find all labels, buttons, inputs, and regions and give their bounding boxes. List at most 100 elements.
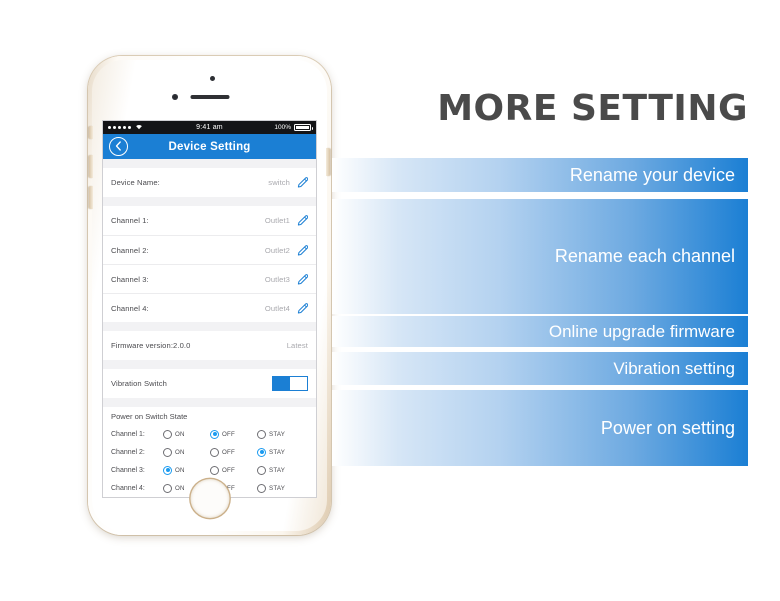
callout-label: Vibration setting — [613, 358, 735, 378]
channel-1-value: Outlet1 — [264, 216, 290, 225]
pencil-icon[interactable] — [297, 215, 308, 226]
phone-mockup: 9:41 am 100% Device Setting Device Name:… — [88, 56, 331, 535]
power-on-channel-3-row: Channel 3: ON OFF STAY — [103, 461, 316, 479]
status-bar-time: 9:41 am — [196, 124, 223, 131]
radio-icon — [257, 465, 266, 475]
callout-label: Online upgrade firmware — [548, 321, 735, 341]
callout-rename-channel: Rename each channel — [332, 199, 748, 314]
spacer — [103, 197, 316, 206]
channel-3-value: Outlet3 — [264, 274, 290, 284]
channel-1-label: Channel 1: — [111, 216, 149, 225]
callout-power-on-setting: Power on setting — [332, 390, 748, 466]
option-label: OFF — [222, 466, 235, 474]
radio-icon — [163, 483, 172, 493]
settings-content: Device Name: switch Channel 1: Outlet1 C… — [103, 159, 316, 497]
callout-label: Rename each channel — [554, 246, 735, 266]
pencil-icon[interactable] — [297, 302, 308, 314]
power-on-channel-2-label: Channel 2: — [111, 448, 145, 456]
option-label: STAY — [269, 448, 286, 456]
earpiece-speaker — [190, 95, 229, 99]
power-on-ch3-option-on[interactable]: ON — [163, 465, 210, 475]
option-label: STAY — [269, 484, 286, 492]
power-on-title: Power on Switch State — [103, 407, 316, 425]
channel-2-label: Channel 2: — [111, 245, 149, 255]
callout-label: Power on setting — [600, 417, 735, 438]
home-button[interactable] — [190, 479, 229, 518]
vibration-row[interactable]: Vibration Switch — [103, 369, 316, 398]
radio-icon — [257, 429, 266, 439]
power-on-ch2-option-on[interactable]: ON — [163, 447, 210, 457]
radio-icon-selected — [163, 465, 172, 475]
option-label: STAY — [269, 466, 286, 474]
device-name-card: Device Name: switch — [103, 168, 316, 197]
proximity-sensor — [210, 76, 215, 81]
volume-up-button[interactable] — [89, 155, 93, 178]
option-label: OFF — [222, 448, 235, 456]
page-title: Device Setting — [168, 140, 251, 153]
radio-icon-selected — [257, 447, 266, 457]
channel-2-value: Outlet2 — [264, 245, 290, 255]
firmware-card: Firmware version:2.0.0 Latest — [103, 331, 316, 360]
power-button[interactable] — [326, 148, 330, 176]
channel-1-name-row[interactable]: Channel 1: Outlet1 — [103, 206, 316, 235]
firmware-status: Latest — [286, 341, 308, 350]
chevron-left-icon — [115, 138, 122, 156]
power-on-channel-1-label: Channel 1: — [111, 430, 145, 438]
back-button[interactable] — [109, 137, 128, 156]
front-camera — [172, 94, 178, 100]
channel-3-name-row[interactable]: Channel 3: Outlet3 — [103, 264, 316, 293]
spacer — [103, 398, 316, 407]
option-label: ON — [175, 430, 185, 438]
silent-switch[interactable] — [89, 126, 93, 139]
pencil-icon[interactable] — [297, 273, 308, 285]
option-label: OFF — [222, 430, 235, 438]
device-name-value: switch — [268, 178, 290, 187]
power-on-ch1-option-on[interactable]: ON — [163, 429, 210, 439]
spacer — [103, 322, 316, 331]
radio-icon — [257, 483, 266, 493]
channel-4-value: Outlet4 — [264, 303, 290, 313]
page-heading: MORE SETTING — [437, 88, 748, 129]
battery-full-icon — [294, 124, 313, 131]
firmware-row[interactable]: Firmware version:2.0.0 Latest — [103, 331, 316, 360]
power-on-channel-4-label: Channel 4: — [111, 484, 145, 492]
channel-name-card: Channel 1: Outlet1 Channel 2: Outlet2 Ch… — [103, 206, 316, 322]
spacer — [103, 159, 316, 168]
callout-label: Rename your device — [569, 164, 735, 185]
device-name-label: Device Name: — [111, 178, 160, 187]
volume-down-button[interactable] — [89, 186, 93, 209]
phone-screen: 9:41 am 100% Device Setting Device Name:… — [102, 120, 317, 498]
vibration-label: Vibration Switch — [111, 379, 167, 388]
channel-4-label: Channel 4: — [111, 303, 149, 313]
power-on-ch2-option-stay[interactable]: STAY — [257, 447, 304, 457]
device-name-row[interactable]: Device Name: switch — [103, 168, 316, 197]
power-on-ch4-option-stay[interactable]: STAY — [257, 483, 304, 493]
option-label: ON — [175, 448, 185, 456]
callout-rename-device: Rename your device — [332, 158, 748, 192]
spacer — [103, 360, 316, 369]
power-on-ch3-option-off[interactable]: OFF — [210, 465, 257, 475]
power-on-ch3-option-stay[interactable]: STAY — [257, 465, 304, 475]
power-on-channel-3-label: Channel 3: — [111, 466, 145, 474]
vibration-card: Vibration Switch — [103, 369, 316, 398]
phone-body: 9:41 am 100% Device Setting Device Name:… — [89, 60, 330, 531]
radio-icon — [210, 447, 219, 457]
callout-online-upgrade: Online upgrade firmware — [332, 316, 748, 347]
power-on-ch1-option-stay[interactable]: STAY — [257, 429, 304, 439]
channel-3-label: Channel 3: — [111, 274, 149, 284]
navigation-bar: Device Setting — [103, 134, 316, 159]
option-label: ON — [175, 484, 185, 492]
power-on-channel-2-row: Channel 2: ON OFF STAY — [103, 443, 316, 461]
option-label: ON — [175, 466, 185, 474]
radio-icon — [163, 429, 172, 439]
pencil-icon[interactable] — [297, 244, 308, 256]
pencil-icon[interactable] — [297, 177, 308, 188]
channel-2-name-row[interactable]: Channel 2: Outlet2 — [103, 235, 316, 264]
vibration-toggle[interactable] — [272, 376, 308, 391]
channel-4-name-row[interactable]: Channel 4: Outlet4 — [103, 293, 316, 322]
radio-icon — [163, 447, 172, 457]
power-on-ch1-option-off[interactable]: OFF — [210, 429, 257, 439]
status-bar: 9:41 am 100% — [103, 121, 316, 134]
power-on-ch2-option-off[interactable]: OFF — [210, 447, 257, 457]
radio-icon — [210, 465, 219, 475]
